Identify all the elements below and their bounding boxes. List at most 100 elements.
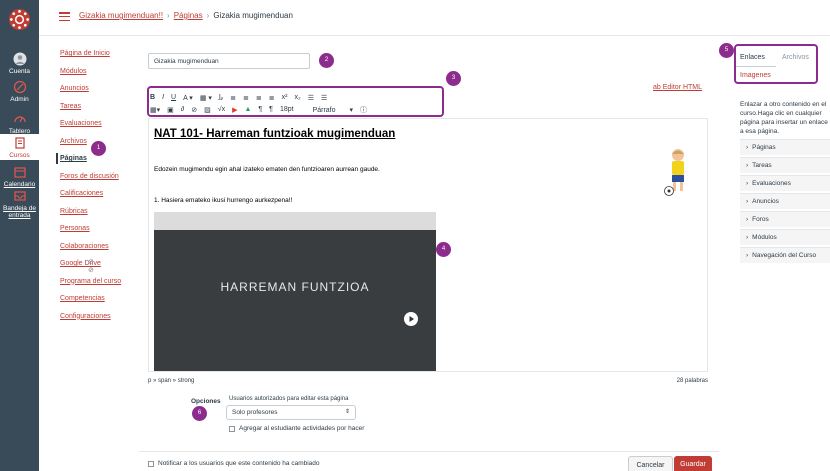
breadcrumb-separator: › <box>167 11 170 20</box>
breadcrumb-pages-link[interactable]: Páginas <box>174 11 203 20</box>
accordion-item-assignments[interactable]: › Tareas <box>740 157 830 173</box>
chevron-right-icon: › <box>746 234 749 241</box>
embedded-video[interactable]: HARREMAN FUNTZIOA <box>154 212 436 371</box>
chevron-right-icon: › <box>746 162 749 169</box>
chevron-right-icon: › <box>746 198 749 205</box>
html-editor-link[interactable]: ab Editor HTML <box>653 84 702 91</box>
course-nav-item-google-drive[interactable]: Google Drive <box>60 260 140 278</box>
avatar-icon <box>13 52 26 66</box>
annotation-badge: 6 <box>192 406 207 421</box>
global-nav-account[interactable]: Cuenta <box>0 52 39 75</box>
course-nav-item-rubrics[interactable]: Rúbricas <box>60 208 140 226</box>
accordion-item-discussions[interactable]: › Foros <box>740 211 830 227</box>
todo-checkbox-row[interactable]: Agregar al estudiante actividades por ha… <box>229 425 364 432</box>
element-path: p » span » strong <box>148 378 195 384</box>
accordion-label: Foros <box>752 216 769 223</box>
notify-checkbox-row[interactable]: Notificar a los usuarios que este conten… <box>148 460 320 467</box>
link-accordion: › Páginas › Tareas › Evaluaciones › Anuncios… <box>740 139 830 265</box>
course-nav-item-people[interactable]: Personas <box>60 225 140 243</box>
accordion-label: Páginas <box>752 144 776 151</box>
todo-checkbox-label: Agregar al estudiante actividades por ha… <box>239 425 365 432</box>
word-count: 28 palabras <box>676 378 708 384</box>
global-nav-label: Admin <box>10 96 29 103</box>
global-nav-courses[interactable]: Cursos <box>0 134 39 160</box>
permission-select[interactable]: Solo profesores ⇕ <box>226 405 356 420</box>
accordion-item-course-navigation[interactable]: › Navegación del Curso <box>740 247 830 263</box>
book-icon <box>14 137 25 149</box>
accordion-item-announcements[interactable]: › Anuncios <box>740 193 830 209</box>
footer-divider <box>139 451 719 452</box>
breadcrumb-course-link[interactable]: Gizakia mugimenduan!! <box>79 11 163 20</box>
canvas-logo-icon[interactable] <box>8 8 31 31</box>
course-nav-item-settings[interactable]: Configuraciones <box>60 313 140 331</box>
course-nav-item-announcements[interactable]: Anuncios <box>60 85 140 103</box>
content-heading: NAT 101- Harreman funtzioak mugimenduan <box>154 128 396 140</box>
cancel-button[interactable]: Cancelar <box>628 456 673 471</box>
accordion-label: Tareas <box>752 162 772 169</box>
accordion-label: Anuncios <box>752 198 779 205</box>
content-paragraph: Edozein mugimendu egin ahal izateko emat… <box>154 166 380 173</box>
global-nav-admin[interactable]: Admin <box>0 80 39 103</box>
course-nav-item-outcomes[interactable]: Competencias <box>60 295 140 313</box>
shield-icon <box>13 80 26 94</box>
highlight-toolbar <box>147 86 444 117</box>
inbox-icon <box>13 191 26 201</box>
annotation-badge: 4 <box>436 242 451 257</box>
save-button[interactable]: Guardar <box>674 456 712 471</box>
global-nav-inbox[interactable]: Bandeja de entrada <box>0 189 39 219</box>
page-title-input[interactable] <box>148 53 310 69</box>
hamburger-menu-icon[interactable] <box>59 12 70 22</box>
calendar-icon <box>13 167 26 178</box>
breadcrumb-separator: › <box>206 11 210 20</box>
course-nav-item-home[interactable]: Página de Inicio <box>60 50 140 68</box>
content-editor[interactable]: NAT 101- Harreman funtzioak mugimenduan … <box>148 118 708 372</box>
course-nav-item-collaborations[interactable]: Colaboraciones <box>60 243 140 261</box>
course-nav-item-pages[interactable]: Páginas <box>56 153 140 173</box>
permission-select-value: Solo profesores <box>232 409 278 416</box>
chevron-right-icon: › <box>746 180 749 187</box>
content-paragraph: 1. Hasiera emateko ikusi hurrengo aurkez… <box>154 197 293 204</box>
global-nav-calendar[interactable]: Calendario <box>0 165 39 188</box>
page: Cuenta Admin Tablero Cursos Calendario B… <box>0 0 830 471</box>
accordion-item-pages[interactable]: › Páginas <box>740 139 830 155</box>
play-icon[interactable] <box>404 312 418 326</box>
global-nav-label: Cuenta <box>9 68 30 75</box>
select-arrows-icon: ⇕ <box>344 409 350 415</box>
global-nav-label: Bandeja de entrada <box>3 205 36 219</box>
html-editor-icon: ab <box>653 84 663 91</box>
course-nav-item-discussions[interactable]: Foros de discusión <box>60 173 140 191</box>
breadcrumb-current: Gizakia mugimenduan <box>213 11 293 20</box>
course-nav-item-modules[interactable]: Módulos <box>60 68 140 86</box>
chevron-right-icon: › <box>746 252 749 259</box>
video-thumbnail <box>154 230 436 371</box>
global-nav-label: Cursos <box>9 152 30 159</box>
hidden-eye-icon: ⊘ <box>88 259 94 266</box>
course-nav-item-quizzes[interactable]: Evaluaciones <box>60 120 140 138</box>
annotation-badge: 3 <box>446 71 461 86</box>
soccer-player-image <box>664 149 684 196</box>
global-nav: Cuenta Admin Tablero Cursos Calendario B… <box>0 0 39 471</box>
accordion-label: Evaluaciones <box>752 180 791 187</box>
dashboard-icon <box>13 116 26 123</box>
course-nav-item-assignments[interactable]: Tareas <box>60 103 140 121</box>
annotation-badge: 1 <box>91 141 106 156</box>
breadcrumb: Gizakia mugimenduan!! › Páginas › Gizakia mu… <box>79 11 293 20</box>
options-label: Opciones <box>191 398 221 405</box>
annotation-badge: 5 <box>719 43 734 58</box>
chevron-right-icon: › <box>746 216 749 223</box>
sidebar-description: Enlazar a otro contenido en el curso.Hag… <box>740 101 828 135</box>
notify-checkbox[interactable] <box>148 460 154 467</box>
course-nav-item-grades[interactable]: Calificaciones <box>60 190 140 208</box>
accordion-label: Módulos <box>752 234 777 241</box>
chevron-right-icon: › <box>746 144 749 151</box>
accordion-item-quizzes[interactable]: › Evaluaciones <box>740 175 830 191</box>
global-nav-label: Calendario <box>3 181 36 188</box>
annotation-badge: 2 <box>319 53 334 68</box>
global-nav-dashboard[interactable]: Tablero <box>0 112 39 135</box>
video-title: HARREMAN FUNTZIOA <box>220 280 370 294</box>
accordion-item-modules[interactable]: › Módulos <box>740 229 830 245</box>
course-nav-item-syllabus[interactable]: Programa del curso <box>60 278 140 296</box>
todo-checkbox[interactable] <box>229 425 235 432</box>
header: Gizakia mugimenduan!! › Páginas › Gizakia mu… <box>39 0 830 36</box>
editor-status-bar: p » span » strong 28 palabras <box>148 378 708 384</box>
